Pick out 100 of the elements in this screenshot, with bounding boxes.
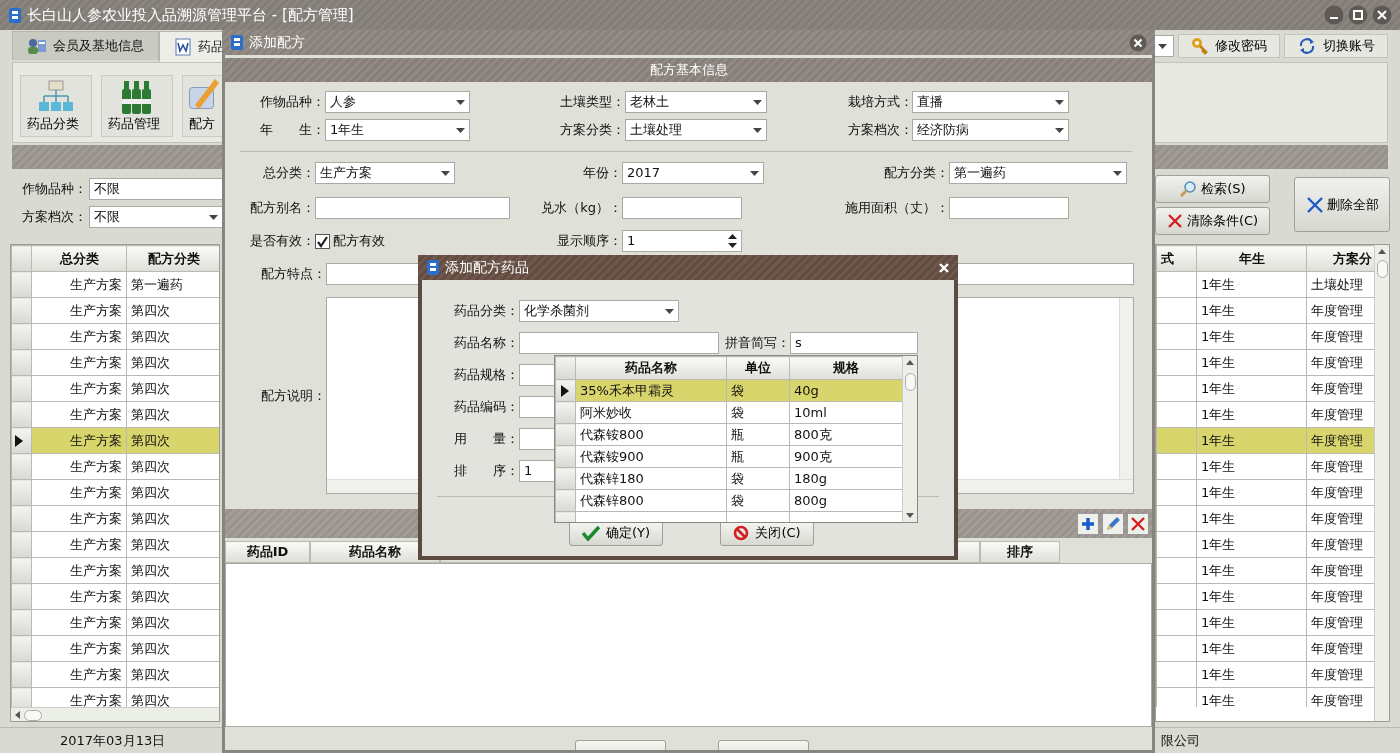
row-header-cell[interactable] xyxy=(11,583,32,610)
scroll-thumb[interactable] xyxy=(24,709,42,721)
field-label: 药品规格： xyxy=(453,367,519,383)
dropdown[interactable]: 化学杀菌剂 xyxy=(519,300,679,322)
table-cell: 1年生 xyxy=(1196,297,1307,324)
dropdown[interactable]: 第一遍药 xyxy=(949,162,1127,184)
row-header-cell[interactable] xyxy=(11,375,32,402)
input-field[interactable] xyxy=(622,197,742,219)
row-header-cell[interactable] xyxy=(11,479,32,506)
change-password-button[interactable]: 修改密码 xyxy=(1178,34,1280,58)
close-icon[interactable] xyxy=(1372,5,1392,25)
input-field[interactable] xyxy=(949,197,1069,219)
row-header-cell[interactable] xyxy=(11,661,32,688)
row-header-cell[interactable] xyxy=(11,505,32,532)
switch-account-button[interactable]: 切换账号 xyxy=(1284,34,1388,58)
input-field[interactable]: s xyxy=(790,332,918,354)
row-header-cell[interactable] xyxy=(555,467,576,490)
table-cell: 1年生 xyxy=(1196,609,1307,636)
field-label: 年份： xyxy=(582,165,622,181)
dropdown[interactable]: 经济防病 xyxy=(912,119,1069,141)
field-label: 拼音简写： xyxy=(724,335,790,351)
input-field[interactable] xyxy=(315,197,510,219)
dropdown[interactable]: 土壤处理 xyxy=(625,119,767,141)
tab[interactable]: 会员及基地信息 xyxy=(12,31,159,60)
checkbox[interactable] xyxy=(315,233,330,249)
clear-button[interactable]: 清除条件(C) xyxy=(1155,207,1270,235)
scroll-thumb[interactable] xyxy=(904,373,916,391)
table-cell: 生产方案 xyxy=(31,661,127,688)
field-label: 年 生： xyxy=(259,122,325,138)
scroll-up-icon xyxy=(906,360,914,365)
bottles-icon xyxy=(120,79,154,115)
dropdown[interactable]: 直播 xyxy=(912,91,1069,113)
column-header: 单位 xyxy=(726,356,790,380)
dropdown[interactable]: 生产方案 xyxy=(315,162,455,184)
pen-icon xyxy=(189,79,219,109)
search-icon xyxy=(1179,180,1198,198)
field-label: 配方别名： xyxy=(249,200,315,216)
dropdown[interactable]: 人参 xyxy=(325,91,470,113)
row-header-cell[interactable] xyxy=(555,401,576,424)
search-button[interactable]: 检索(S) xyxy=(1155,175,1270,203)
scroll-thumb[interactable] xyxy=(1376,260,1388,278)
row-header-cell[interactable] xyxy=(11,271,32,298)
scrollbar[interactable] xyxy=(1374,245,1389,721)
table-cell: 代森铵900 xyxy=(575,445,727,468)
row-header-cell[interactable] xyxy=(555,379,576,402)
row-header-cell xyxy=(555,356,576,380)
add-button[interactable] xyxy=(1077,512,1099,535)
swap-arrows-icon xyxy=(1297,37,1317,55)
table-cell: 生产方案 xyxy=(31,557,127,584)
prohibited-icon xyxy=(733,525,750,541)
field-label: 方案档次： xyxy=(848,122,912,138)
table-cell: 瓶 xyxy=(726,423,790,446)
row-header-cell[interactable] xyxy=(11,687,32,707)
row-header-cell[interactable] xyxy=(11,609,32,636)
scrollbar[interactable] xyxy=(11,707,219,721)
scrollbar[interactable] xyxy=(902,356,917,522)
column-header: 总分类 xyxy=(31,245,127,272)
toolbar-button[interactable]: 药品分类 xyxy=(20,75,92,137)
row-header-cell[interactable] xyxy=(555,445,576,468)
table-cell: 1年生 xyxy=(1196,635,1307,662)
toolbar-button[interactable]: 药品管理 xyxy=(101,75,173,137)
row-header-cell[interactable] xyxy=(11,427,32,454)
dropdown[interactable]: 2017 xyxy=(622,162,764,184)
spin-field[interactable]: 1 xyxy=(622,230,742,252)
close-icon[interactable] xyxy=(938,261,950,274)
dropdown[interactable]: 不限 xyxy=(89,206,223,228)
row-header-cell[interactable] xyxy=(11,297,32,324)
table-cell: 1年生 xyxy=(1196,401,1307,428)
dropdown[interactable]: 老林土 xyxy=(625,91,767,113)
table-cell: 袋 xyxy=(726,489,790,512)
field-label: 配方分类： xyxy=(883,165,949,181)
row-header-cell[interactable] xyxy=(11,323,32,350)
row-header-cell[interactable] xyxy=(555,423,576,446)
row-header-cell[interactable] xyxy=(11,453,32,480)
row-header-cell[interactable] xyxy=(11,531,32,558)
close-icon[interactable] xyxy=(1129,33,1147,52)
section-header: 配方基本信息 xyxy=(225,58,1152,82)
table-cell: 1年生 xyxy=(1196,661,1307,688)
table-cell: 生产方案 xyxy=(31,401,127,428)
row-header-cell[interactable] xyxy=(11,557,32,584)
column-header: 药品ID xyxy=(225,541,310,563)
row-header-cell xyxy=(11,245,32,272)
table-cell: 生产方案 xyxy=(31,635,127,662)
delete-icon xyxy=(1130,515,1146,532)
table-cell: 1年生 xyxy=(1196,479,1307,506)
status-text: 2017年03月13日 xyxy=(60,732,166,749)
dropdown[interactable]: 1年生 xyxy=(325,119,470,141)
delete-button[interactable] xyxy=(1127,512,1149,535)
maximize-icon[interactable] xyxy=(1348,5,1368,25)
row-header-cell[interactable] xyxy=(11,401,32,428)
column-header: 规格 xyxy=(789,356,903,380)
edit-button[interactable] xyxy=(1102,512,1124,535)
input-field[interactable]: 不限 xyxy=(89,178,223,200)
row-header-cell[interactable] xyxy=(555,489,576,512)
row-header-cell[interactable] xyxy=(11,349,32,376)
column-header: 年生 xyxy=(1196,245,1307,272)
delete-all-button[interactable]: 删除全部 xyxy=(1294,177,1390,232)
minimize-icon[interactable] xyxy=(1324,5,1344,25)
row-header-cell[interactable] xyxy=(11,635,32,662)
input-field[interactable] xyxy=(519,332,719,354)
